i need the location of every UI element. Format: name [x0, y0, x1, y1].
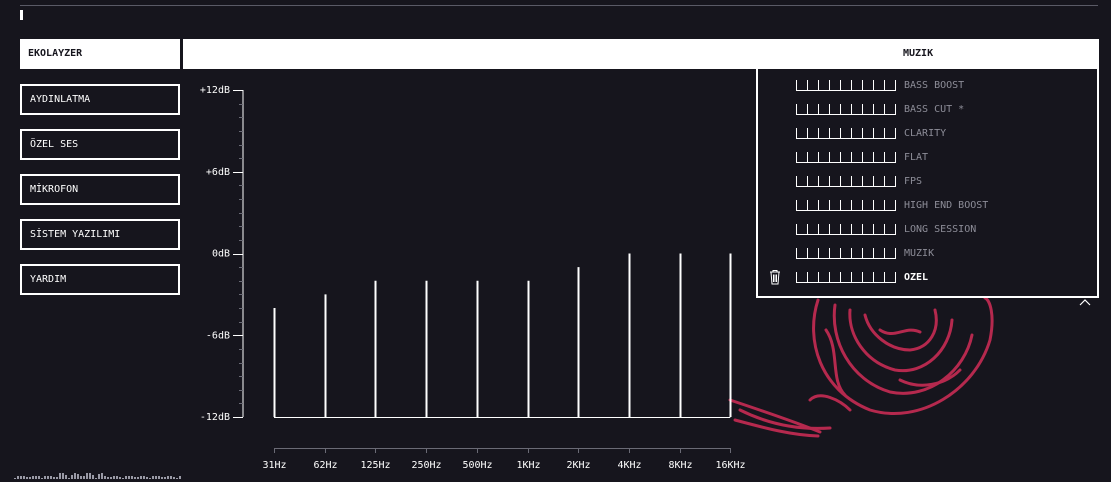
preset-option-label: FPS — [904, 176, 923, 187]
x-tick-label: 8KHz — [668, 460, 692, 471]
preset-option-label: OZEL — [904, 272, 929, 283]
mini-eq-icon — [796, 128, 896, 139]
mini-eq-icon — [796, 176, 896, 187]
chart-axes — [233, 90, 731, 453]
x-tick-label: 31Hz — [262, 460, 286, 471]
mini-eq-icon — [796, 272, 896, 283]
y-tick-label: -6dB — [206, 330, 230, 341]
x-tick-label: 125Hz — [360, 460, 390, 471]
preset-option-bass-boost[interactable]: BASS BOOST — [758, 75, 1097, 95]
chevron-up-icon[interactable] — [1079, 298, 1091, 306]
y-tick-label: 0dB — [212, 249, 230, 260]
mini-eq-icon — [796, 248, 896, 259]
chart-labels: +12dB +6dB 0dB -6dB -12dB 31Hz 62Hz 125Hz 250Hz 5… — [200, 85, 746, 471]
preset-option-label: MUZIK — [904, 248, 935, 259]
mini-eq-icon — [796, 80, 896, 91]
preset-option-label: BASS BOOST — [904, 80, 965, 91]
chart-bars — [273, 253, 732, 417]
x-tick-label: 4KHz — [617, 460, 641, 471]
preset-option-label: CLARITY — [904, 128, 947, 139]
preset-option-long-session[interactable]: LONG SESSION — [758, 219, 1097, 239]
preset-option-label: FLAT — [904, 152, 929, 163]
x-tick-label: 2KHz — [566, 460, 590, 471]
preset-option-flat[interactable]: FLAT — [758, 147, 1097, 167]
x-tick-label: 250Hz — [411, 460, 441, 471]
y-tick-label: +6dB — [206, 167, 230, 178]
y-tick-label: -12dB — [200, 412, 230, 423]
audio-visualizer — [14, 473, 181, 479]
preset-option-label: BASS CUT * — [904, 104, 965, 115]
mini-eq-icon — [796, 104, 896, 115]
mini-eq-icon — [796, 152, 896, 163]
preset-option-clarity[interactable]: CLARITY — [758, 123, 1097, 143]
preset-option-label: LONG SESSION — [904, 224, 977, 235]
preset-option-high-end-boost[interactable]: HIGH END BOOST — [758, 195, 1097, 215]
trash-icon[interactable] — [768, 269, 782, 285]
mini-eq-icon — [796, 200, 896, 211]
y-tick-label: +12dB — [200, 85, 230, 96]
preset-option-fps[interactable]: FPS — [758, 171, 1097, 191]
x-tick-label: 62Hz — [313, 460, 337, 471]
x-tick-label: 500Hz — [462, 460, 492, 471]
mini-eq-icon — [796, 224, 896, 235]
preset-option-ozel[interactable]: OZEL — [758, 267, 1097, 287]
preset-option-muzik[interactable]: MUZIK — [758, 243, 1097, 263]
preset-option-label: HIGH END BOOST — [904, 200, 989, 211]
x-tick-label: 1KHz — [516, 460, 540, 471]
x-tick-label: 16KHz — [715, 460, 745, 471]
decorative-artwork — [728, 296, 994, 438]
preset-option-bass-cut[interactable]: BASS CUT * — [758, 99, 1097, 119]
preset-dropdown: BASS BOOST BASS CUT * CLARITY FLAT FPS H… — [756, 69, 1099, 298]
